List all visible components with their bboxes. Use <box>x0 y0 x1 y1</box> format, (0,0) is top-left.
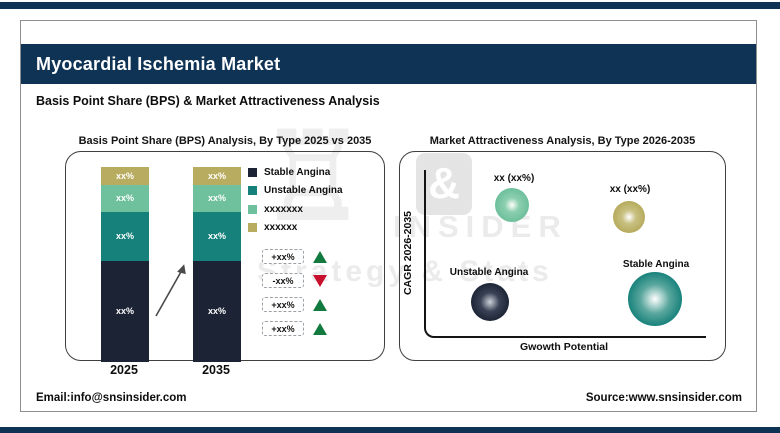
y-axis-label: CAGR 2026-2035 <box>402 210 414 296</box>
bps-change-indicators: +xx% -xx% +xx% +xx% <box>262 249 327 336</box>
bubble-label-green: xx (xx%) <box>493 173 535 184</box>
bottom-accent-bar <box>0 427 780 433</box>
segment-value: xx% <box>207 170 226 181</box>
bubble-unstable-angina <box>471 283 509 321</box>
legend-swatch-navy <box>248 167 257 177</box>
segment-value: xx% <box>115 306 134 317</box>
bar-segment-green: xx% <box>101 184 149 212</box>
footer-source: Source:www.snsinsider.com <box>585 392 742 404</box>
change-row: -xx% <box>262 273 327 288</box>
bar-segment-olive: xx% <box>193 167 241 185</box>
bubble-label-stable-angina: Stable Angina <box>622 259 690 270</box>
segment-value: xx% <box>115 170 134 181</box>
legend-item-placeholder-1: xxxxxxx <box>248 203 343 215</box>
legend-label: Stable Angina <box>264 166 331 178</box>
x-axis-label: Gwowth Potential <box>519 341 609 353</box>
segment-value: xx% <box>207 306 226 317</box>
legend-swatch-green <box>248 204 257 214</box>
growth-arrow-icon <box>155 264 186 317</box>
triangle-up-icon <box>313 322 327 335</box>
bubble-green <box>495 188 529 222</box>
change-value-box: +xx% <box>262 297 304 312</box>
legend-swatch-olive <box>248 223 257 232</box>
page-subtitle: Basis Point Share (BPS) & Market Attract… <box>36 94 380 108</box>
attractiveness-chart-panel: CAGR 2026-2035 Gwowth Potential xx (xx%)… <box>399 151 726 361</box>
change-value-box: -xx% <box>262 273 304 288</box>
segment-value: xx% <box>207 193 226 204</box>
page-title: Myocardial Ischemia Market <box>36 54 281 74</box>
legend-item-unstable-angina: Unstable Angina <box>248 185 343 197</box>
legend-label: xxxxxxx <box>264 203 303 215</box>
x-tick-2035: 2035 <box>202 363 230 377</box>
infographic-card: ♖ & INSIDER Strategy & Stats Myocardial … <box>20 20 757 412</box>
change-row: +xx% <box>262 249 327 264</box>
bar-segment-navy: xx% <box>101 260 149 362</box>
footer-email: Email:info@snsinsider.com <box>36 392 187 404</box>
title-banner: Myocardial Ischemia Market <box>21 44 756 84</box>
segment-value: xx% <box>207 231 226 242</box>
triangle-up-icon <box>313 250 327 263</box>
stacked-bar-2035: xx% xx% xx% xx% <box>193 167 241 362</box>
legend-label: Unstable Angina <box>264 185 343 196</box>
legend-swatch-teal <box>248 186 257 195</box>
change-row: +xx% <box>262 297 327 312</box>
legend-item-placeholder-2: xxxxxx <box>248 222 343 234</box>
segment-value: xx% <box>115 231 134 242</box>
bps-chart-title: Basis Point Share (BPS) Analysis, By Typ… <box>78 135 372 147</box>
x-tick-2025: 2025 <box>110 363 138 377</box>
segment-value: xx% <box>115 193 134 204</box>
bar-segment-green: xx% <box>193 184 241 212</box>
triangle-up-icon <box>313 298 327 311</box>
bubble-label-olive: xx (xx%) <box>609 184 651 195</box>
bar-segment-olive: xx% <box>101 167 149 185</box>
bar-segment-navy: xx% <box>193 260 241 362</box>
legend-label: xxxxxx <box>264 222 298 233</box>
bar-segment-teal: xx% <box>101 211 149 261</box>
bubble-stable-angina <box>628 272 682 326</box>
bps-legend: Stable Angina Unstable Angina xxxxxxx xx… <box>248 166 343 234</box>
bubble-olive <box>613 201 645 233</box>
top-accent-bar <box>0 2 780 9</box>
bps-chart-panel: xx% xx% xx% xx% xx% xx% xx% xx% Stable A… <box>65 151 385 362</box>
change-value-box: +xx% <box>262 249 304 264</box>
change-row: +xx% <box>262 321 327 336</box>
legend-item-stable-angina: Stable Angina <box>248 166 343 178</box>
stacked-bar-2025: xx% xx% xx% xx% <box>101 167 149 362</box>
attractiveness-chart-title: Market Attractiveness Analysis, By Type … <box>429 135 696 147</box>
change-value-box: +xx% <box>262 321 304 336</box>
bar-segment-teal: xx% <box>193 211 241 261</box>
bubble-label-unstable-angina: Unstable Angina <box>449 267 529 278</box>
triangle-down-icon <box>313 274 327 287</box>
